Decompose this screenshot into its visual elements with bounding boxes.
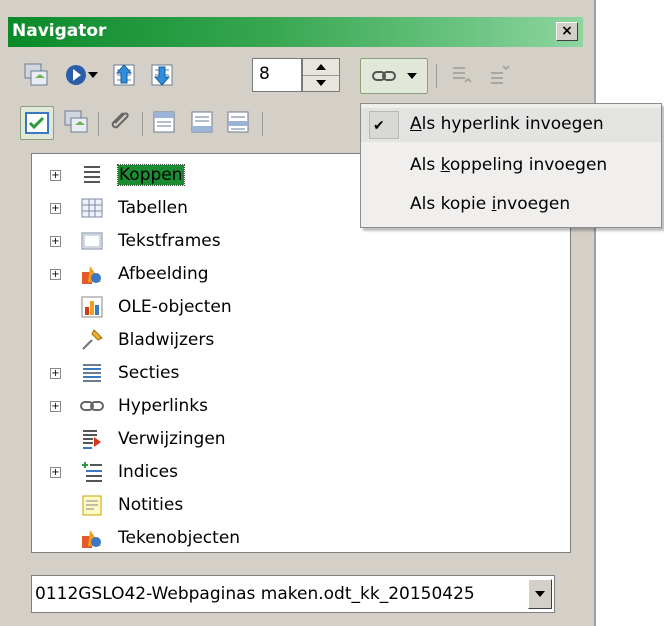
menu-item-label: Als koppeling invoegen — [410, 155, 608, 175]
content-view-icon[interactable] — [60, 106, 92, 138]
promote-icon[interactable] — [108, 59, 140, 91]
header-icon[interactable] — [148, 106, 180, 138]
anchor-icon[interactable] — [222, 106, 254, 138]
drag-mode-menu: ✔ Als hyperlink invoegen Als koppeling i… — [360, 103, 662, 228]
menu-item-insert-as-link[interactable]: Als koppeling invoegen — [361, 149, 661, 183]
toolbar-separator — [98, 112, 99, 136]
window-border — [594, 0, 596, 626]
title-bar[interactable]: Navigator × — [8, 17, 583, 47]
tree-item-tekenobjecten[interactable]: Tekenobjecten — [32, 525, 552, 555]
expand-icon[interactable]: + — [50, 467, 61, 478]
drawing-objects-icon — [82, 530, 101, 548]
comments-icon — [82, 495, 102, 516]
tree-item-label: Tabellen — [118, 198, 188, 218]
tree-item-label: Verwijzingen — [118, 429, 226, 449]
expand-icon[interactable]: + — [50, 236, 61, 247]
document-select-value: 0112GSLO42-Webpaginas maken.odt_kk_20150… — [35, 584, 475, 604]
tree-item-label: Koppen — [117, 164, 185, 186]
expand-icon[interactable]: + — [50, 269, 61, 280]
tree-item-label: OLE-objecten — [118, 297, 232, 317]
bookmarks-icon — [82, 329, 103, 350]
tree-item-label: Tekenobjecten — [118, 528, 241, 548]
stepper-down-button[interactable] — [303, 75, 339, 91]
tree-item-hyperlinks[interactable]: + Hyperlinks — [32, 393, 552, 423]
tree-item-tekstframes[interactable]: + Tekstframes — [32, 228, 552, 258]
expand-icon[interactable]: + — [50, 203, 61, 214]
images-icon — [82, 266, 101, 284]
tree-item-label: Afbeelding — [118, 264, 209, 284]
headings-icon — [84, 166, 100, 183]
footer-icon[interactable] — [186, 106, 218, 138]
tree-item-afbeelding[interactable]: + Afbeelding — [32, 261, 552, 291]
document-select[interactable]: 0112GSLO42-Webpaginas maken.odt_kk_20150… — [31, 575, 555, 613]
toggle-icon[interactable] — [20, 59, 52, 91]
tree-item-bladwijzers[interactable]: Bladwijzers — [32, 327, 552, 357]
tree-item-label: Tekstframes — [118, 231, 221, 251]
set-reminder-icon[interactable] — [104, 106, 136, 138]
toolbar-separator — [262, 112, 263, 136]
menu-item-insert-as-copy[interactable]: Als kopie invoegen — [361, 188, 661, 222]
tables-icon — [81, 198, 103, 218]
navigation-dropdown-icon[interactable] — [86, 59, 100, 91]
tree-item-indices[interactable]: + Indices — [32, 459, 552, 489]
demote-icon[interactable] — [146, 59, 178, 91]
menu-item-label: Als hyperlink invoegen — [410, 114, 604, 134]
chapter-level-stepper[interactable] — [302, 58, 340, 92]
indexes-icon — [82, 462, 102, 482]
chevron-down-icon[interactable] — [528, 579, 552, 609]
tree-item-notities[interactable]: Notities — [32, 492, 552, 522]
navigator-window: Navigator × 8 + Koppen + Tabellen + Teks… — [0, 0, 596, 626]
text-frames-icon — [81, 232, 103, 250]
tree-item-label: Bladwijzers — [118, 330, 215, 350]
hyperlinks-icon — [80, 401, 104, 411]
tree-item-verwijzingen[interactable]: Verwijzingen — [32, 426, 552, 456]
close-icon: × — [561, 23, 573, 39]
menu-item-insert-as-hyperlink[interactable]: ✔ Als hyperlink invoegen — [361, 108, 661, 142]
references-icon — [83, 430, 101, 449]
promote-chapter-icon[interactable] — [446, 59, 478, 91]
check-icon: ✔ — [373, 118, 385, 134]
tree-item-label: Indices — [118, 462, 178, 482]
tree-item-ole-objecten[interactable]: OLE-objecten — [32, 294, 552, 324]
sections-icon — [83, 364, 101, 382]
menu-item-label: Als kopie invoegen — [410, 194, 571, 214]
tree-item-label: Hyperlinks — [118, 396, 209, 416]
tree-item-label: Secties — [118, 363, 180, 383]
stepper-up-button[interactable] — [303, 59, 339, 76]
expand-icon[interactable]: + — [50, 170, 61, 181]
expand-icon[interactable]: + — [50, 401, 61, 412]
ole-objects-icon — [81, 296, 103, 318]
hyperlink-chain-icon — [372, 71, 396, 81]
toolbar-separator — [142, 112, 143, 136]
tree-item-secties[interactable]: + Secties — [32, 360, 552, 390]
drag-mode-button[interactable] — [360, 58, 428, 94]
toolbar-separator — [436, 64, 437, 88]
close-button[interactable]: × — [556, 22, 578, 41]
tree-item-label: Notities — [118, 495, 184, 515]
demote-chapter-icon[interactable] — [484, 59, 516, 91]
list-box-icon[interactable] — [20, 106, 54, 140]
chapter-level-input[interactable]: 8 — [252, 58, 302, 92]
window-title: Navigator — [12, 21, 107, 41]
expand-icon[interactable]: + — [50, 368, 61, 379]
